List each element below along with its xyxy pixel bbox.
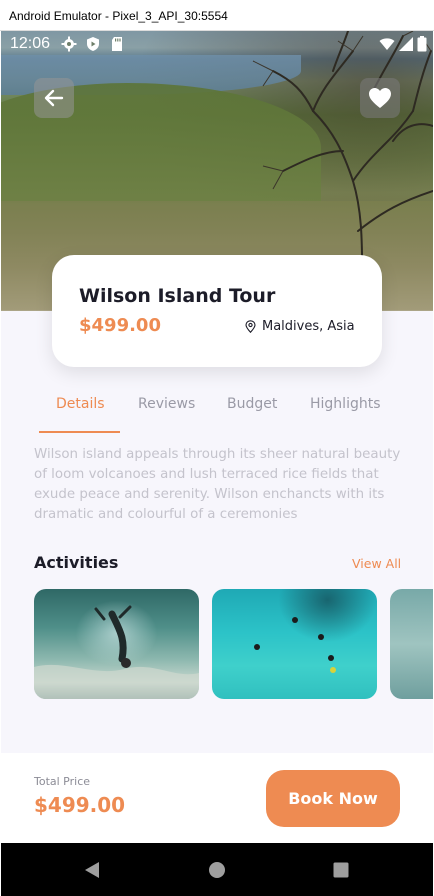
status-time: 12:06 bbox=[10, 35, 51, 52]
location: Maldives, Asia bbox=[245, 319, 355, 334]
tour-price: $499.00 bbox=[79, 315, 161, 336]
phone-screen: 12:06 Wilson Island Tour $499.00 Maldive… bbox=[1, 31, 433, 896]
favorite-button[interactable] bbox=[360, 78, 400, 118]
tab-reviews[interactable]: Reviews bbox=[138, 396, 195, 412]
tab-highlights[interactable]: Highlights bbox=[310, 396, 381, 412]
book-now-button[interactable]: Book Now bbox=[266, 770, 400, 827]
system-nav-bar bbox=[1, 843, 433, 896]
booking-bar: Total Price $499.00 Book Now bbox=[1, 753, 433, 843]
tour-description: Wilson island appeals through its sheer … bbox=[34, 447, 401, 522]
arrow-left-icon bbox=[44, 89, 64, 107]
tour-info-card: Wilson Island Tour $499.00 Maldives, Asi… bbox=[52, 255, 382, 367]
diver-image bbox=[34, 605, 199, 699]
activity-card-snorkeling[interactable] bbox=[212, 589, 377, 699]
nav-home-icon[interactable] bbox=[208, 861, 226, 879]
settings-icon bbox=[61, 36, 77, 52]
emulator-title-bar: Android Emulator - Pixel_3_API_30:5554 bbox=[0, 0, 434, 31]
shield-play-icon bbox=[87, 37, 99, 51]
tab-bar: Details Reviews Budget Highlights bbox=[1, 389, 433, 433]
tab-details[interactable]: Details bbox=[56, 396, 105, 412]
activities-heading: Activities bbox=[34, 553, 119, 572]
location-pin-icon bbox=[245, 320, 256, 333]
view-all-link[interactable]: View All bbox=[352, 556, 401, 571]
heart-icon bbox=[369, 88, 391, 108]
sd-card-icon bbox=[112, 37, 122, 51]
tab-budget[interactable]: Budget bbox=[227, 396, 277, 412]
active-tab-indicator bbox=[39, 431, 120, 433]
activity-card-diving[interactable] bbox=[34, 589, 199, 699]
nav-recents-icon[interactable] bbox=[332, 861, 350, 879]
status-bar: 12:06 bbox=[1, 31, 433, 57]
battery-icon bbox=[417, 36, 427, 52]
nav-back-icon[interactable] bbox=[83, 861, 101, 879]
back-button[interactable] bbox=[34, 78, 74, 118]
location-label: Maldives, Asia bbox=[262, 319, 355, 334]
tour-title: Wilson Island Tour bbox=[79, 285, 276, 307]
wifi-icon bbox=[379, 38, 395, 50]
emulator-title: Android Emulator - Pixel_3_API_30:5554 bbox=[9, 9, 228, 23]
total-price-label: Total Price bbox=[34, 775, 91, 788]
signal-icon bbox=[399, 37, 413, 51]
total-price-value: $499.00 bbox=[34, 793, 126, 817]
activity-card-sea[interactable] bbox=[390, 589, 433, 699]
